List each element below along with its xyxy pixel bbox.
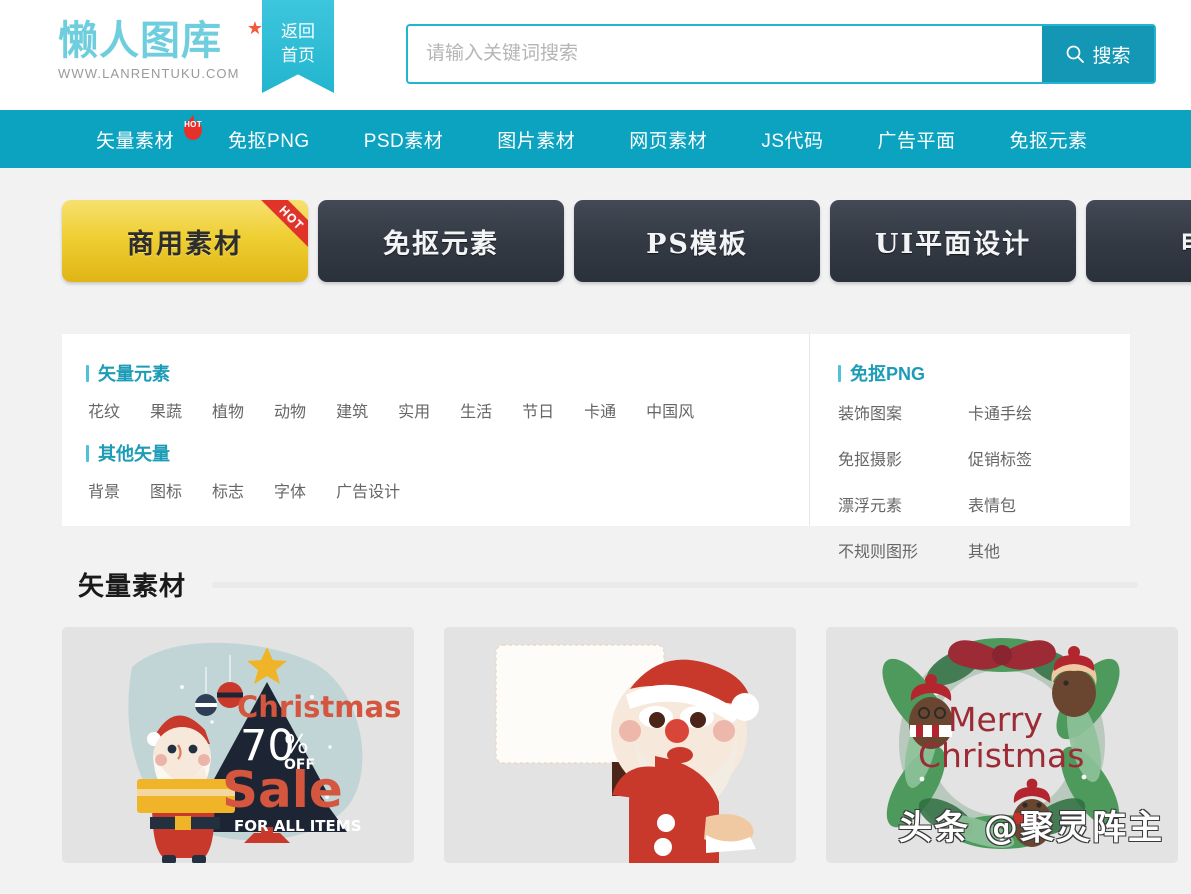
- search-bar: 搜索: [406, 24, 1156, 84]
- category-panel: 矢量元素 花纹 果蔬 植物 动物 建筑 实用 生活 节日 卡通 中国风 其他矢量…: [62, 334, 1130, 561]
- nav-item-web[interactable]: 网页素材: [629, 126, 707, 153]
- site-logo[interactable]: 懒人图库 ★ WWW.LANRENTUKU.COM: [58, 14, 263, 96]
- category-button-row: 商用素材 HOT 免抠元素 PS模板 UI平面设计 电商: [0, 168, 1191, 282]
- category-button-label: 电商: [1180, 222, 1191, 261]
- category-button-label: UI平面设计: [874, 228, 1032, 260]
- nav-item-images[interactable]: 图片素材: [497, 126, 575, 153]
- tag-item[interactable]: 花纹: [88, 398, 120, 422]
- nav-item-js[interactable]: JS代码: [761, 126, 823, 153]
- tag-grid-png: 装饰图案 卡通手绘 免抠摄影 促销标签 漂浮元素 表情包 不规则图形 其他: [838, 400, 1138, 584]
- page-root: 懒人图库 ★ WWW.LANRENTUKU.COM 返回 首页 搜索 矢量素材: [0, 0, 1191, 894]
- hot-corner-badge: HOT: [252, 200, 308, 257]
- tag-item[interactable]: 免抠摄影: [838, 446, 968, 470]
- tag-item[interactable]: 生活: [460, 398, 492, 422]
- search-icon: [1067, 45, 1085, 63]
- category-button-label: 免抠元素: [383, 228, 499, 260]
- santa-sign-illustration: [444, 627, 796, 863]
- nav-item-psd[interactable]: PSD素材: [364, 126, 444, 153]
- nav-label: 图片素材: [497, 130, 576, 152]
- nav-item-cutout[interactable]: 免抠元素: [1010, 126, 1088, 153]
- tag-item[interactable]: 卡通手绘: [968, 400, 1098, 424]
- tag-item[interactable]: 建筑: [336, 398, 368, 422]
- category-button-ps-template[interactable]: PS模板: [574, 200, 820, 282]
- main-nav: 矢量素材 HOT 免抠PNG PSD素材 图片素材 网页素材 JS代码 广告平面: [0, 110, 1191, 168]
- tag-item[interactable]: 表情包: [968, 492, 1098, 516]
- tag-item[interactable]: 节日: [522, 398, 554, 422]
- category-button-ecommerce[interactable]: 电商: [1086, 200, 1191, 282]
- category-button-ui-design[interactable]: UI平面设计: [830, 200, 1076, 282]
- group-title-vector-elements: 矢量元素: [86, 360, 809, 386]
- nav-item-png[interactable]: 免抠PNG: [228, 126, 310, 153]
- nav-label: 免抠元素: [1009, 130, 1088, 152]
- site-header: 懒人图库 ★ WWW.LANRENTUKU.COM 返回 首页 搜索: [0, 0, 1191, 110]
- tag-item[interactable]: 促销标签: [968, 446, 1098, 470]
- group-title-label: 矢量元素: [98, 364, 170, 384]
- thumbnail-santa-sign[interactable]: [444, 627, 796, 863]
- group-title-label: 免抠PNG: [850, 364, 926, 384]
- group-title-other-vector: 其他矢量: [86, 440, 809, 466]
- tag-item[interactable]: 果蔬: [150, 398, 182, 422]
- group-title-png: 免抠PNG: [838, 360, 1130, 386]
- tag-item[interactable]: 装饰图案: [838, 400, 968, 424]
- search-button[interactable]: 搜索: [1042, 26, 1154, 82]
- tag-item[interactable]: 标志: [212, 478, 244, 502]
- tag-item[interactable]: 动物: [274, 398, 306, 422]
- star-icon: ★: [246, 18, 264, 39]
- nav-label: 免抠PNG: [228, 130, 310, 152]
- thumb-text-christmas: Christmas: [237, 690, 401, 724]
- search-button-label: 搜索: [1092, 45, 1131, 67]
- tag-row-other-vector: 背景 图标 标志 字体 广告设计: [88, 478, 809, 502]
- category-button-label: 商用素材: [127, 228, 243, 260]
- logo-text: 懒人图库: [58, 18, 222, 64]
- nav-item-ads[interactable]: 广告平面: [878, 126, 956, 153]
- flame-icon: HOT: [180, 114, 206, 142]
- nav-item-vector[interactable]: 矢量素材 HOT: [96, 114, 203, 153]
- nav-label: JS代码: [761, 130, 824, 152]
- thumb-text-percent: %: [284, 730, 309, 760]
- group-title-label: 其他矢量: [98, 444, 170, 464]
- tag-item[interactable]: 漂浮元素: [838, 492, 968, 516]
- thumbnail-christmas-sale[interactable]: Christmas 70 % OFF Sale FOR ALL ITEMS: [62, 627, 414, 863]
- nav-label: 广告平面: [877, 130, 956, 152]
- category-button-cutout[interactable]: 免抠元素: [318, 200, 564, 282]
- nav-label: PSD素材: [363, 130, 444, 152]
- thumb-text-christmas: Christmas: [918, 736, 1084, 775]
- category-button-commercial[interactable]: 商用素材 HOT: [62, 200, 308, 282]
- nav-label: 网页素材: [629, 130, 708, 152]
- christmas-wreath-illustration: Merry Christmas: [826, 627, 1178, 863]
- nav-label: 矢量素材: [96, 130, 175, 152]
- page-title: 矢量素材: [78, 572, 187, 602]
- tag-item[interactable]: 中国风: [646, 398, 694, 422]
- thumbnail-grid: Christmas 70 % OFF Sale FOR ALL ITEMS Me…: [62, 627, 1191, 863]
- tag-row-vector-elements: 花纹 果蔬 植物 动物 建筑 实用 生活 节日 卡通 中国风: [88, 398, 809, 422]
- tag-item[interactable]: 字体: [274, 478, 306, 502]
- tag-item[interactable]: 图标: [150, 478, 182, 502]
- tag-item[interactable]: 不规则图形: [838, 538, 968, 562]
- tag-item[interactable]: 卡通: [584, 398, 616, 422]
- tag-item[interactable]: 广告设计: [336, 478, 400, 502]
- back-to-home-ribbon[interactable]: 返回 首页: [262, 0, 334, 93]
- thumb-text-for-all-items: FOR ALL ITEMS: [234, 817, 362, 835]
- tag-item[interactable]: 其他: [968, 538, 1098, 562]
- tag-item[interactable]: 实用: [398, 398, 430, 422]
- nav-badge-label: HOT: [184, 119, 202, 129]
- ribbon-line-2: 首页: [281, 46, 315, 65]
- search-input[interactable]: [408, 26, 1042, 82]
- logo-url-text: WWW.LANRENTUKU.COM: [58, 66, 240, 81]
- ribbon-line-1: 返回: [281, 22, 315, 41]
- tag-item[interactable]: 背景: [88, 478, 120, 502]
- thumbnail-christmas-wreath[interactable]: Merry Christmas 头条 @聚灵阵主: [826, 627, 1178, 863]
- panel-column-vector: 矢量元素 花纹 果蔬 植物 动物 建筑 实用 生活 节日 卡通 中国风 其他矢量…: [62, 334, 810, 526]
- thumb-text-merry: Merry: [948, 700, 1043, 739]
- panel-column-png: 免抠PNG 装饰图案 卡通手绘 免抠摄影 促销标签 漂浮元素 表情包 不规则图形…: [810, 334, 1130, 561]
- thumb-text-sale: Sale: [222, 761, 343, 819]
- category-button-label: PS模板: [646, 228, 748, 260]
- christmas-sale-illustration: Christmas 70 % OFF Sale FOR ALL ITEMS: [62, 627, 414, 863]
- tag-item[interactable]: 植物: [212, 398, 244, 422]
- logo-wordmark: 懒人图库 ★: [58, 14, 263, 68]
